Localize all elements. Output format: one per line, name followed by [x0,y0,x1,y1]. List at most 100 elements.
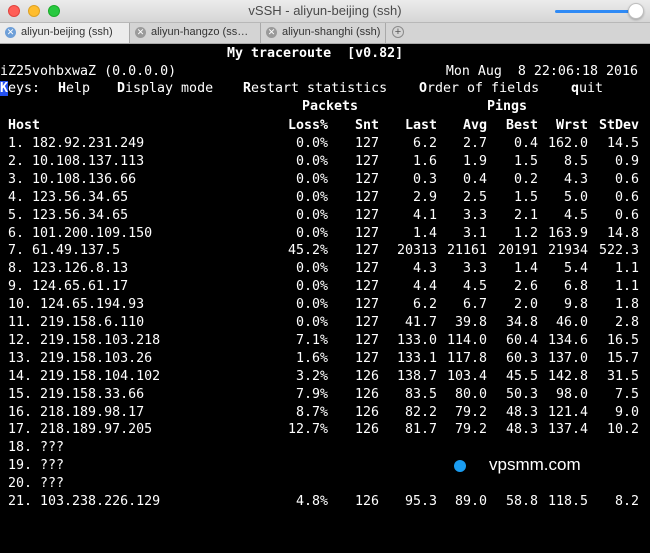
vssh-window: vSSH - aliyun-beijing (ssh) ✕ aliyun-bei… [0,0,650,553]
hop-last: 81.7 [404,422,437,438]
tab-aliyun-beijing[interactable]: ✕ aliyun-beijing (ssh) [0,23,130,43]
pings-group-header: Pings [487,99,528,114]
hop-host: 2. 10.108.137.113 [8,153,145,169]
hop-avg: 21161 [446,243,487,259]
display-label: isplay mode [125,81,214,96]
hop-loss: 1.6% [295,350,328,366]
opacity-slider-track[interactable] [555,10,635,13]
hop-last: 4.3 [412,261,437,277]
hop-best: 0.2 [513,171,538,187]
hop-best: 60.3 [505,350,538,366]
hop-snt: 127 [354,332,379,348]
opacity-slider-knob[interactable] [628,3,644,19]
col-best: Best [505,118,538,133]
hop-best: 34.8 [505,315,538,330]
tab-label: aliyun-shanghi (ssh) [282,26,381,38]
hop-avg: 1.9 [462,153,487,169]
tab-aliyun-shanghi[interactable]: ✕ aliyun-shanghi (ssh) [261,23,386,43]
hop-wrst: 163.9 [547,225,588,241]
hop-stdev: 31.5 [606,368,639,384]
hop-loss: 12.7% [287,422,328,438]
hop-stdev: 1.1 [614,279,639,295]
hop-stdev: 14.8 [606,225,639,241]
close-tab-icon[interactable]: ✕ [5,27,16,38]
key-help: Help [58,80,90,97]
restart-label: estart statistics [251,81,388,96]
hop-loss: 3.2% [295,368,328,384]
terminal-screen[interactable]: My traceroute [v0.82] iZ25vohbxwaZ (0.0.… [0,44,650,553]
quit-key: q [571,81,580,96]
host-line: iZ25vohbxwaZ (0.0.0.0) [0,64,177,79]
hop-stdev: 522.3 [598,243,639,259]
packets-group-header: Packets [302,99,359,114]
hop-wrst: 137.4 [547,422,588,438]
hop-wrst: 21934 [547,243,588,259]
add-tab-icon[interactable]: + [392,26,404,38]
table-row: 12. 219.158.103.218 7.1% 127 133.0 114.0 60.4… [0,332,650,349]
hop-snt: 126 [354,404,379,420]
hop-best: 60.4 [505,332,538,348]
hop-best: 48.3 [505,404,538,420]
hop-avg: 39.8 [454,315,487,330]
hop-wrst: 4.3 [563,171,588,187]
hop-loss: 0.0% [295,171,328,187]
hop-stdev: 7.5 [614,386,639,402]
hop-host: 12. 219.158.103.218 [8,332,161,348]
table-row: 4. 123.56.34.65 0.0% 127 2.9 2.5 1.5 5.0 0.6 [0,189,650,206]
hop-best: 45.5 [505,368,538,384]
close-tab-icon[interactable]: ✕ [135,27,146,38]
hop-snt: 127 [354,315,379,330]
table-row: 7. 61.49.137.5 45.2% 127 20313 21161 20191 219… [0,242,650,259]
hop-host: 3. 10.108.136.66 [8,171,137,187]
hop-last: 133.1 [396,350,437,366]
hop-host: 16. 218.189.98.17 [8,404,145,420]
table-row: 21. 103.238.226.129 4.8% 126 95.3 89.0 58.8 11… [0,493,650,510]
title-bar: vSSH - aliyun-beijing (ssh) [0,0,650,23]
hop-host: 19. ??? [8,458,65,474]
close-tab-icon[interactable]: ✕ [266,27,277,38]
hop-loss: 45.2% [287,243,328,259]
hop-best: 1.4 [513,261,538,277]
key-display: Display mode [117,80,213,97]
hop-snt: 126 [354,422,379,438]
hop-last: 0.3 [412,171,437,187]
hop-loss: 0.0% [295,207,328,223]
hop-stdev: 8.2 [614,494,639,509]
order-label: rder of fields [427,81,540,96]
hop-wrst: 142.8 [547,368,588,384]
hop-last: 138.7 [396,368,437,384]
hop-wrst: 5.4 [563,261,588,277]
mtr-heading: My traceroute [v0.82] [227,46,404,61]
hop-snt: 126 [354,386,379,402]
hop-wrst: 98.0 [555,386,588,402]
tab-aliyun-hangzo[interactable]: ✕ aliyun-hangzo (ss… [130,23,261,43]
hop-snt: 127 [354,261,379,277]
table-row: 6. 101.200.109.150 0.0% 127 1.4 3.1 1.2 163.9 1… [0,225,650,242]
hop-snt: 127 [354,136,379,151]
hop-avg: 0.4 [462,171,487,187]
hop-loss: 0.0% [295,261,328,277]
table-row: 1. 182.92.231.249 0.0% 127 6.2 2.7 0.4 162.0 14… [0,135,650,152]
table-row: 10. 124.65.194.93 0.0% 127 6.2 6.7 2.0 9.8 1.8 [0,296,650,313]
table-row: 16. 218.189.98.17 8.7% 126 82.2 79.2 48.3 121.… [0,404,650,421]
hop-best: 1.5 [513,153,538,169]
table-row: 2. 10.108.137.113 0.0% 127 1.6 1.9 1.5 8.5 0.9 [0,153,650,170]
hop-avg: 117.8 [446,350,487,366]
hop-snt: 127 [354,153,379,169]
hop-loss: 0.0% [295,189,328,205]
hop-best: 0.4 [513,136,538,151]
hop-stdev: 0.6 [614,189,639,205]
hop-loss: 4.8% [295,494,328,509]
hop-host: 18. ??? [8,440,65,456]
col-snt: Snt [354,118,379,133]
hop-avg: 2.5 [462,189,487,205]
hop-stdev: 1.8 [614,297,639,313]
hop-last: 4.4 [412,279,437,295]
table-row: 18. ??? [0,439,650,456]
tab-label: aliyun-hangzo (ss… [151,26,249,38]
hop-loss: 0.0% [295,225,328,241]
table-row: 5. 123.56.34.65 0.0% 127 4.1 3.3 2.1 4.5 0.6 [0,207,650,224]
hop-loss: 0.0% [295,279,328,295]
hop-host: 5. 123.56.34.65 [8,207,129,223]
hop-snt: 127 [354,189,379,205]
